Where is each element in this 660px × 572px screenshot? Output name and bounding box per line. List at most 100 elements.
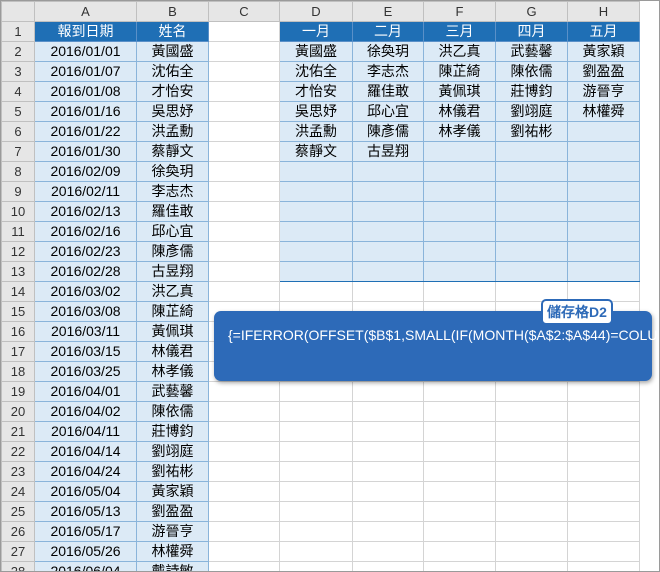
- header-name[interactable]: 姓名: [136, 21, 209, 42]
- month-name-cell[interactable]: [495, 221, 568, 242]
- name-cell[interactable]: 黃家穎: [136, 481, 209, 502]
- cell[interactable]: [208, 141, 280, 162]
- month-name-cell[interactable]: [423, 261, 496, 282]
- cell[interactable]: [352, 461, 424, 482]
- month-name-cell[interactable]: [567, 181, 640, 202]
- month-name-cell[interactable]: 蔡靜文: [279, 141, 353, 162]
- cell[interactable]: [495, 421, 568, 442]
- cell[interactable]: [352, 401, 424, 422]
- cell[interactable]: [423, 561, 496, 571]
- month-name-cell[interactable]: [495, 261, 568, 282]
- month-name-cell[interactable]: [567, 141, 640, 162]
- cell[interactable]: [208, 241, 280, 262]
- row-header[interactable]: 14: [1, 281, 35, 302]
- cell[interactable]: [208, 281, 280, 302]
- cell[interactable]: [567, 381, 640, 402]
- header-month[interactable]: 一月: [279, 21, 353, 42]
- column-header-d[interactable]: D: [279, 1, 353, 22]
- name-cell[interactable]: 莊博鈞: [136, 421, 209, 442]
- cell[interactable]: [208, 181, 280, 202]
- cell[interactable]: [208, 121, 280, 142]
- name-cell[interactable]: 洪孟勳: [136, 121, 209, 142]
- name-cell[interactable]: 黃佩琪: [136, 321, 209, 342]
- month-name-cell[interactable]: 吳思妤: [279, 101, 353, 122]
- date-cell[interactable]: 2016/01/30: [34, 141, 137, 162]
- name-cell[interactable]: 吳思妤: [136, 101, 209, 122]
- month-name-cell[interactable]: 劉翊庭: [495, 101, 568, 122]
- cell[interactable]: [279, 401, 353, 422]
- date-cell[interactable]: 2016/03/25: [34, 361, 137, 382]
- month-name-cell[interactable]: [495, 201, 568, 222]
- name-cell[interactable]: 武藝馨: [136, 381, 209, 402]
- date-cell[interactable]: 2016/05/17: [34, 521, 137, 542]
- date-cell[interactable]: 2016/01/08: [34, 81, 137, 102]
- row-header[interactable]: 1: [1, 21, 35, 42]
- month-name-cell[interactable]: [423, 201, 496, 222]
- cell[interactable]: [567, 461, 640, 482]
- row-header[interactable]: 27: [1, 541, 35, 562]
- row-header[interactable]: 11: [1, 221, 35, 242]
- date-cell[interactable]: 2016/05/04: [34, 481, 137, 502]
- name-cell[interactable]: 羅佳敢: [136, 201, 209, 222]
- cell[interactable]: [567, 501, 640, 522]
- month-name-cell[interactable]: 林儀君: [423, 101, 496, 122]
- month-name-cell[interactable]: [567, 261, 640, 282]
- cell[interactable]: [495, 401, 568, 422]
- row-header[interactable]: 21: [1, 421, 35, 442]
- cell[interactable]: [567, 421, 640, 442]
- column-header-e[interactable]: E: [352, 1, 424, 22]
- month-name-cell[interactable]: [423, 141, 496, 162]
- cell[interactable]: [423, 281, 496, 302]
- date-cell[interactable]: 2016/01/16: [34, 101, 137, 122]
- date-cell[interactable]: 2016/01/22: [34, 121, 137, 142]
- header-month[interactable]: 三月: [423, 21, 496, 42]
- date-cell[interactable]: 2016/02/23: [34, 241, 137, 262]
- date-cell[interactable]: 2016/03/02: [34, 281, 137, 302]
- cell[interactable]: [279, 281, 353, 302]
- date-cell[interactable]: 2016/04/14: [34, 441, 137, 462]
- cell[interactable]: [279, 381, 353, 402]
- month-name-cell[interactable]: [352, 181, 424, 202]
- cell[interactable]: [352, 441, 424, 462]
- date-cell[interactable]: 2016/02/28: [34, 261, 137, 282]
- cell[interactable]: [495, 541, 568, 562]
- name-cell[interactable]: 林孝儀: [136, 361, 209, 382]
- cell[interactable]: [423, 441, 496, 462]
- month-name-cell[interactable]: [567, 161, 640, 182]
- date-cell[interactable]: 2016/04/24: [34, 461, 137, 482]
- cell[interactable]: [423, 541, 496, 562]
- cell[interactable]: [279, 561, 353, 571]
- cell[interactable]: [208, 481, 280, 502]
- date-cell[interactable]: 2016/04/11: [34, 421, 137, 442]
- row-header[interactable]: 24: [1, 481, 35, 502]
- header-month[interactable]: 四月: [495, 21, 568, 42]
- row-header[interactable]: 2: [1, 41, 35, 62]
- cell[interactable]: [423, 521, 496, 542]
- date-cell[interactable]: 2016/02/09: [34, 161, 137, 182]
- row-header[interactable]: 16: [1, 321, 35, 342]
- month-name-cell[interactable]: [423, 241, 496, 262]
- cell[interactable]: [423, 461, 496, 482]
- cell[interactable]: [279, 421, 353, 442]
- cell[interactable]: [279, 481, 353, 502]
- cell[interactable]: [423, 401, 496, 422]
- cell[interactable]: [208, 461, 280, 482]
- header-month[interactable]: 五月: [567, 21, 640, 42]
- cell[interactable]: [352, 281, 424, 302]
- row-header[interactable]: 28: [1, 561, 35, 571]
- cell[interactable]: [495, 561, 568, 571]
- row-header[interactable]: 6: [1, 121, 35, 142]
- cell[interactable]: [208, 381, 280, 402]
- cell[interactable]: [208, 421, 280, 442]
- cell[interactable]: [567, 561, 640, 571]
- row-header[interactable]: 13: [1, 261, 35, 282]
- month-name-cell[interactable]: [279, 161, 353, 182]
- date-cell[interactable]: 2016/03/15: [34, 341, 137, 362]
- name-cell[interactable]: 李志杰: [136, 181, 209, 202]
- cell[interactable]: [352, 421, 424, 442]
- cell[interactable]: [208, 261, 280, 282]
- month-name-cell[interactable]: 游晉亨: [567, 81, 640, 102]
- month-name-cell[interactable]: 莊博鈞: [495, 81, 568, 102]
- month-name-cell[interactable]: 洪孟勳: [279, 121, 353, 142]
- name-cell[interactable]: 劉祐彬: [136, 461, 209, 482]
